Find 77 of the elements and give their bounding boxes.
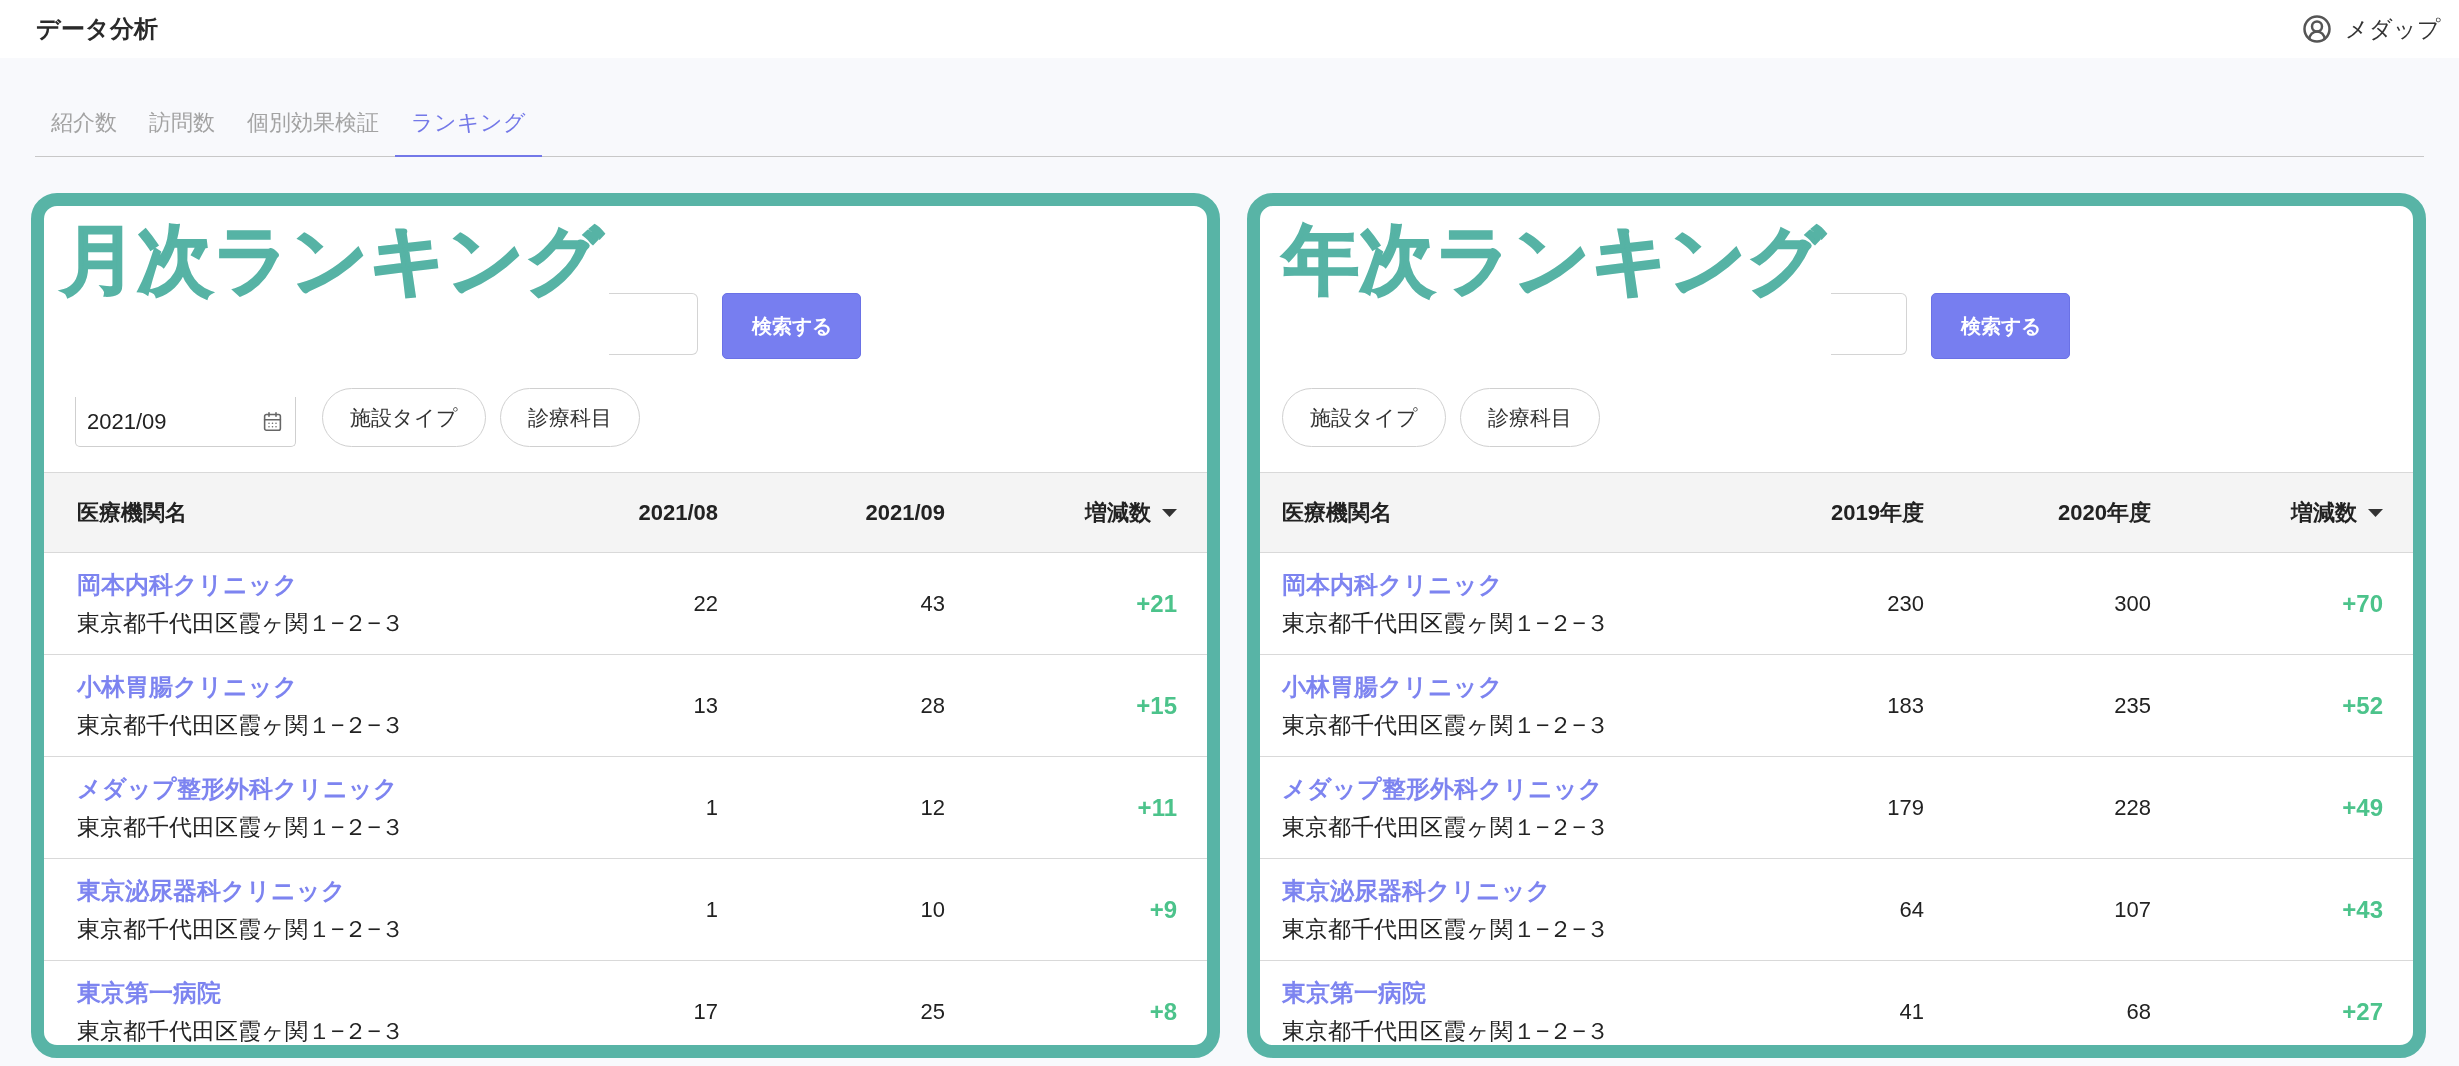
clinic-name-link[interactable]: 岡本内科クリニック <box>77 570 298 599</box>
change-value: +8 <box>1149 996 1177 1027</box>
count-value: 107 <box>2114 896 2151 924</box>
count-value: 12 <box>920 794 945 822</box>
clinic-name-link[interactable]: 小林胃腸クリニック <box>77 672 298 701</box>
column-heading: 2021/09 <box>865 499 945 527</box>
search-button[interactable]: 検索する <box>722 293 861 359</box>
change-value: +27 <box>2342 996 2383 1027</box>
column-heading: 2020年度 <box>2058 499 2151 527</box>
clinic-address: 東京都千代田区霞ヶ関１−２−３ <box>1282 608 1609 637</box>
clinic-name-link[interactable]: メダップ整形外科クリニック <box>1282 774 1603 803</box>
change-value: +49 <box>2342 792 2383 823</box>
count-value: 25 <box>920 998 945 1026</box>
clinic-name-link[interactable]: 東京泌尿器科クリニック <box>1282 876 1551 905</box>
clinic-address: 東京都千代田区霞ヶ関１−２−３ <box>77 914 404 943</box>
column-heading: 医療機関名 <box>77 499 187 527</box>
clinic-name-link[interactable]: 東京第一病院 <box>77 978 221 1007</box>
clinic-name-link[interactable]: メダップ整形外科クリニック <box>77 774 398 803</box>
calendar-icon <box>262 411 283 432</box>
clinic-address: 東京都千代田区霞ヶ関１−２−３ <box>1282 1016 1609 1045</box>
filter-button[interactable]: 診療科目 <box>1460 388 1600 447</box>
count-value: 13 <box>693 692 718 720</box>
clinic-address: 東京都千代田区霞ヶ関１−２−３ <box>1282 710 1609 739</box>
change-value: +9 <box>1149 894 1177 925</box>
column-heading: 2021/08 <box>638 499 718 527</box>
count-value: 41 <box>1899 998 1924 1026</box>
filter-button[interactable]: 診療科目 <box>500 388 640 447</box>
change-value: +70 <box>2342 588 2383 619</box>
clinic-address: 東京都千代田区霞ヶ関１−２−３ <box>77 1016 404 1045</box>
column-heading: 増減数 <box>1085 499 1151 527</box>
clinic-address: 東京都千代田区霞ヶ関１−２−３ <box>1282 812 1609 841</box>
change-value: +11 <box>1137 792 1177 823</box>
count-value: 228 <box>2114 794 2151 822</box>
clinic-name-link[interactable]: 東京第一病院 <box>1282 978 1426 1007</box>
change-value: +21 <box>1136 588 1177 619</box>
search-button[interactable]: 検索する <box>1931 293 2070 359</box>
clinic-address: 東京都千代田区霞ヶ関１−２−３ <box>77 608 404 637</box>
change-value: +52 <box>2342 690 2383 721</box>
clinic-address: 東京都千代田区霞ヶ関１−２−３ <box>77 710 404 739</box>
count-value: 64 <box>1899 896 1924 924</box>
change-value: +43 <box>2342 894 2383 925</box>
change-value: +15 <box>1136 690 1177 721</box>
column-heading: 医療機関名 <box>1282 499 1392 527</box>
search-field[interactable] <box>1831 293 1907 355</box>
ranking-title: 年次ランキング <box>1283 216 1827 304</box>
count-value: 28 <box>920 692 945 720</box>
clinic-address: 東京都千代田区霞ヶ関１−２−３ <box>77 812 404 841</box>
clinic-name-link[interactable]: 小林胃腸クリニック <box>1282 672 1503 701</box>
count-value: 68 <box>2126 998 2151 1026</box>
count-value: 300 <box>2114 590 2151 618</box>
count-value: 43 <box>920 590 945 618</box>
count-value: 183 <box>1887 692 1924 720</box>
count-value: 17 <box>693 998 718 1026</box>
count-value: 1 <box>705 896 718 924</box>
clinic-name-link[interactable]: 岡本内科クリニック <box>1282 570 1503 599</box>
count-value: 230 <box>1887 590 1924 618</box>
count-value: 10 <box>920 896 945 924</box>
clinic-address: 東京都千代田区霞ヶ関１−２−３ <box>1282 914 1609 943</box>
column-heading: 増減数 <box>2291 499 2357 527</box>
filter-button[interactable]: 施設タイプ <box>322 388 486 447</box>
page-title: データ分析 <box>36 17 158 41</box>
count-value: 1 <box>705 794 718 822</box>
clinic-name-link[interactable]: 東京泌尿器科クリニック <box>77 876 346 905</box>
column-heading: 2019年度 <box>1831 499 1924 527</box>
search-field[interactable] <box>609 293 698 355</box>
user-menu[interactable]: メダップ <box>2302 11 2441 47</box>
count-value: 22 <box>693 590 718 618</box>
user-icon <box>2302 14 2332 44</box>
tab[interactable]: 紹介数 <box>35 98 133 157</box>
tab[interactable]: 訪問数 <box>133 98 231 157</box>
ranking-title: 月次ランキング <box>61 216 605 304</box>
month-field[interactable]: 2021/09 <box>75 397 296 447</box>
count-value: 179 <box>1887 794 1924 822</box>
tab[interactable]: ランキング <box>395 98 542 157</box>
tab[interactable]: 個別効果検証 <box>231 98 395 157</box>
count-value: 235 <box>2114 692 2151 720</box>
filter-button[interactable]: 施設タイプ <box>1282 388 1446 447</box>
